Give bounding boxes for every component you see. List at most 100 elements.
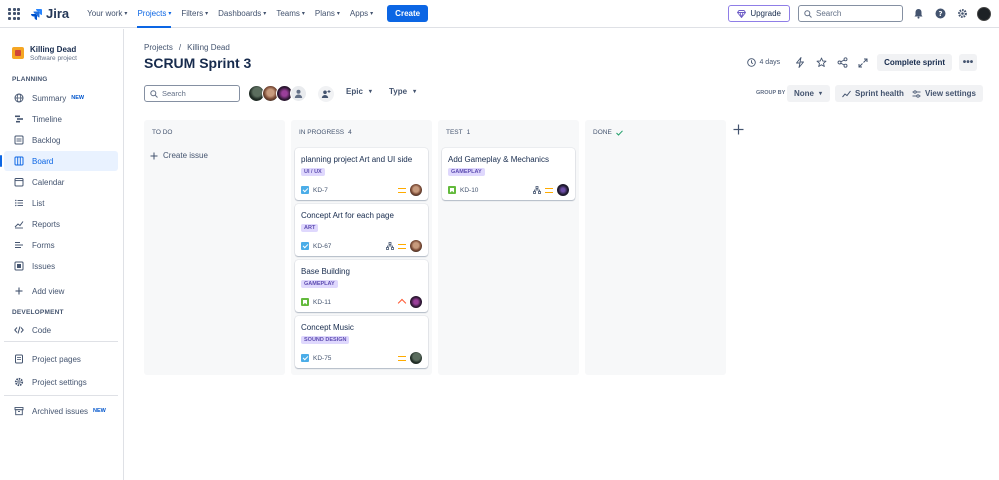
- more-actions-button[interactable]: •••: [959, 54, 977, 71]
- sidebar-item-archived-issues[interactable]: Archived issues NEW: [4, 401, 118, 421]
- nav-apps[interactable]: Apps ▾: [350, 0, 373, 28]
- project-sidebar: Killing Dead Software project PLANNING S…: [0, 29, 124, 480]
- sidebar-item-label: Reports: [32, 219, 61, 229]
- chevron-down-icon: ▾: [168, 11, 172, 17]
- issue-card[interactable]: planning project Art and UI side UI / UX…: [295, 148, 428, 200]
- sidebar-item-reports[interactable]: Reports: [4, 214, 118, 234]
- priority-medium-icon: [398, 187, 406, 193]
- star-icon[interactable]: [814, 56, 828, 70]
- code-icon: [14, 325, 24, 335]
- assignee-avatar[interactable]: [410, 184, 422, 196]
- child-issues-icon: [386, 242, 394, 250]
- expand-fullscreen-icon[interactable]: [856, 56, 870, 70]
- checkmark-icon: [615, 129, 623, 136]
- jira-logo-icon: [31, 8, 42, 20]
- create-issue-button[interactable]: Create issue: [150, 151, 208, 160]
- sprint-time-remaining[interactable]: 4 days: [747, 58, 780, 67]
- search-icon: [150, 89, 158, 98]
- board-main: Projects / Killing Dead SCRUM Sprint 3 4…: [124, 29, 999, 480]
- epic-tag: ART: [301, 224, 319, 232]
- epic-filter-dropdown[interactable]: Epic ▾: [346, 87, 372, 96]
- sprint-health-button[interactable]: Sprint health: [835, 85, 911, 102]
- sidebar-item-project-pages[interactable]: Project pages: [4, 349, 118, 369]
- nav-plans[interactable]: Plans ▾: [315, 0, 340, 28]
- sidebar-item-forms[interactable]: Forms: [4, 235, 118, 255]
- type-filter-dropdown[interactable]: Type ▾: [389, 87, 416, 96]
- issue-title: Add Gameplay & Mechanics: [448, 155, 549, 164]
- child-issues-icon: [533, 186, 541, 194]
- sidebar-item-timeline[interactable]: Timeline: [4, 109, 118, 129]
- issues-icon: [14, 261, 24, 271]
- epic-tag: UI / UX: [301, 168, 325, 176]
- sidebar-item-label: Code: [32, 325, 52, 335]
- nav-filters[interactable]: Filters ▾: [181, 0, 208, 28]
- column-title: IN PROGRESS: [299, 129, 345, 136]
- sidebar-item-code[interactable]: Code: [4, 320, 118, 340]
- view-settings-button[interactable]: View settings: [905, 85, 983, 102]
- assignee-avatar[interactable]: [557, 184, 569, 196]
- board-search-input[interactable]: Search: [144, 85, 240, 102]
- create-button[interactable]: Create: [387, 5, 429, 22]
- issue-key[interactable]: KD-75: [313, 355, 331, 362]
- issue-meta: KD-11: [301, 298, 331, 306]
- help-icon[interactable]: ?: [933, 7, 947, 21]
- chevron-down-icon: ▾: [336, 11, 340, 17]
- globe-icon: [14, 93, 24, 103]
- nav-filters-label: Filters: [181, 9, 204, 18]
- sidebar-item-calendar[interactable]: Calendar: [4, 172, 118, 192]
- upgrade-button[interactable]: Upgrade: [728, 5, 790, 22]
- sidebar-item-label: Project settings: [32, 377, 87, 387]
- app-switcher-icon[interactable]: [8, 7, 20, 20]
- sidebar-item-summary[interactable]: Summary NEW: [4, 88, 118, 108]
- sidebar-divider: [4, 341, 118, 342]
- unassigned-avatar[interactable]: [290, 85, 307, 102]
- issue-card[interactable]: Concept Art for each page ART KD-67: [295, 204, 428, 256]
- column-header: DONE: [593, 129, 623, 136]
- notifications-icon[interactable]: [911, 7, 925, 21]
- issue-card[interactable]: Concept Music SOUND DESIGN KD-75: [295, 316, 428, 368]
- assignee-avatar[interactable]: [410, 240, 422, 252]
- breadcrumb-projects-link[interactable]: Projects: [144, 43, 173, 52]
- new-badge: NEW: [93, 408, 106, 414]
- breadcrumb-project-link[interactable]: Killing Dead: [187, 43, 230, 52]
- profile-avatar[interactable]: [977, 6, 991, 21]
- sidebar-item-label: Forms: [32, 240, 55, 250]
- story-type-icon: [301, 298, 309, 306]
- nav-your-work[interactable]: Your work ▾: [87, 0, 127, 28]
- issue-key[interactable]: KD-7: [313, 187, 328, 194]
- priority-high-icon: [398, 299, 406, 305]
- assignee-avatar[interactable]: [410, 352, 422, 364]
- issue-key[interactable]: KD-10: [460, 187, 478, 194]
- sidebar-item-backlog[interactable]: Backlog: [4, 130, 118, 150]
- issue-key[interactable]: KD-11: [313, 299, 331, 306]
- sidebar-item-board[interactable]: Board: [0, 151, 118, 171]
- sidebar-item-issues[interactable]: Issues: [4, 256, 118, 276]
- nav-dashboards[interactable]: Dashboards ▾: [218, 0, 266, 28]
- add-column-button[interactable]: [730, 121, 746, 137]
- sidebar-item-project-settings[interactable]: Project settings: [4, 372, 118, 392]
- issue-card[interactable]: Base Building GAMEPLAY KD-11: [295, 260, 428, 312]
- nav-teams[interactable]: Teams ▾: [276, 0, 305, 28]
- group-by-dropdown[interactable]: None ▾: [787, 85, 830, 102]
- global-search-input[interactable]: Search: [798, 5, 903, 22]
- jira-logo[interactable]: Jira: [30, 6, 69, 21]
- add-view-button[interactable]: Add view: [4, 281, 118, 301]
- issue-title: Concept Art for each page: [301, 211, 394, 220]
- column-in-progress: IN PROGRESS 4 planning project Art and U…: [291, 120, 432, 375]
- share-icon[interactable]: [835, 56, 849, 70]
- issue-key[interactable]: KD-67: [313, 243, 331, 250]
- assignee-avatar[interactable]: [410, 296, 422, 308]
- settings-gear-icon[interactable]: [955, 7, 969, 21]
- complete-sprint-button[interactable]: Complete sprint: [877, 54, 952, 71]
- automation-lightning-icon[interactable]: [793, 56, 807, 70]
- development-section-label: DEVELOPMENT: [12, 309, 64, 316]
- project-avatar-icon: [12, 47, 24, 59]
- logo-text: Jira: [46, 6, 70, 21]
- issue-card[interactable]: Add Gameplay & Mechanics GAMEPLAY KD-10: [442, 148, 575, 200]
- nav-projects[interactable]: Projects ▾: [137, 0, 171, 28]
- add-people-button[interactable]: [318, 86, 334, 102]
- column-header: IN PROGRESS 4: [299, 129, 352, 136]
- sidebar-item-list[interactable]: List: [4, 193, 118, 213]
- project-header[interactable]: Killing Dead Software project: [12, 45, 77, 62]
- sidebar-item-label: Summary: [32, 93, 67, 103]
